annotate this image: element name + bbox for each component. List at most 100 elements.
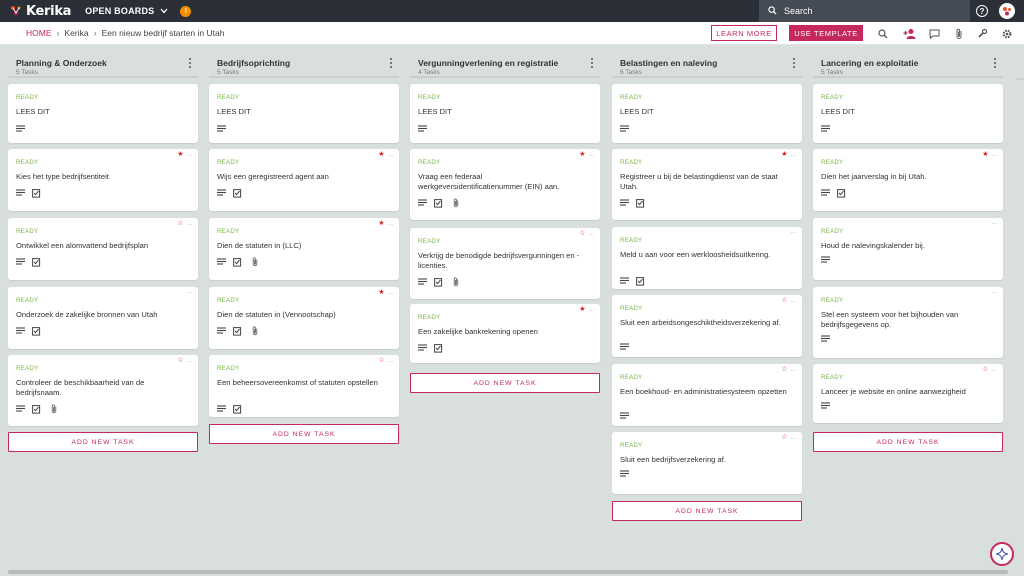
- more-horiz-icon[interactable]: …: [791, 229, 797, 235]
- breadcrumb-org[interactable]: Kerika: [65, 28, 89, 38]
- notification-badge[interactable]: !: [180, 5, 192, 17]
- star-icon[interactable]: ☆: [177, 357, 183, 364]
- breadcrumb-home[interactable]: HOME: [26, 28, 52, 38]
- more-horiz-icon[interactable]: …: [187, 289, 193, 295]
- task-card[interactable]: READY LEES DIT: [813, 84, 1003, 143]
- task-card[interactable]: … READY Stel een systeem voor het bijhoude…: [813, 287, 1003, 358]
- task-card[interactable]: ☆… READY Verkrijg de benodigde bedrijfsver…: [410, 228, 600, 299]
- column: Belastingen en naleving 6 Tasks: [612, 52, 802, 78]
- task-card[interactable]: READY LEES DIT: [410, 84, 600, 143]
- chat-icon[interactable]: [928, 27, 941, 40]
- attachment-icon[interactable]: [952, 27, 965, 40]
- add-new-task-button[interactable]: ADD NEW TASK: [813, 432, 1003, 452]
- task-card[interactable]: READY LEES DIT: [209, 84, 399, 143]
- task-card[interactable]: ☆… READY Sluit een bedrijfsverzekering af.: [612, 432, 802, 494]
- task-card[interactable]: READY LEES DIT: [612, 84, 802, 143]
- more-vert-icon[interactable]: [993, 58, 997, 68]
- add-new-task-button[interactable]: ADD NEW TASK: [410, 373, 600, 393]
- star-icon[interactable]: ★: [378, 151, 384, 158]
- more-vert-icon[interactable]: [792, 58, 796, 68]
- add-new-task-button[interactable]: ADD NEW TASK: [8, 432, 198, 452]
- task-card[interactable]: ★… READY Registreer u bij de belastingdien…: [612, 149, 802, 220]
- horizontal-scrollbar[interactable]: [8, 570, 1008, 574]
- column-header[interactable]: Lancering en exploitatie 5 Tasks: [813, 52, 1003, 78]
- description-icon: [821, 125, 830, 132]
- task-card[interactable]: ☆… READY Lanceer je website en online aanw…: [813, 364, 1003, 423]
- search-icon[interactable]: [876, 27, 889, 40]
- description-icon: [217, 189, 226, 196]
- task-card[interactable]: ☆… READY Controleer de beschikbaarheid van…: [8, 355, 198, 426]
- task-card[interactable]: ★… READY Dien de statuten in (Vennootschap…: [209, 287, 399, 349]
- search-bar[interactable]: Search: [759, 0, 970, 22]
- task-card[interactable]: ★… READY Kies het type bedrijfsentiteit: [8, 149, 198, 211]
- star-icon[interactable]: ★: [982, 151, 988, 158]
- more-horiz-icon[interactable]: …: [388, 221, 394, 227]
- more-horiz-icon[interactable]: …: [992, 152, 998, 158]
- more-horiz-icon[interactable]: …: [589, 307, 595, 313]
- more-horiz-icon[interactable]: …: [589, 152, 595, 158]
- user-avatar[interactable]: [999, 3, 1015, 19]
- star-icon[interactable]: ★: [177, 151, 183, 158]
- task-title: Onderzoek de zakelijke bronnen van Utah: [16, 310, 158, 319]
- task-card[interactable]: … READY Houd de nalevingskalender bij.: [813, 218, 1003, 280]
- task-card[interactable]: ☆… READY Sluit een arbeidsongeschiktheidsv…: [612, 295, 802, 357]
- ai-assistant-button[interactable]: [990, 542, 1014, 566]
- task-card[interactable]: READY LEES DIT: [8, 84, 198, 143]
- task-title: Kies het type bedrijfsentiteit: [16, 172, 109, 181]
- star-icon[interactable]: ★: [781, 151, 787, 158]
- task-card[interactable]: ★… READY Wijs een geregistreerd agent aan: [209, 149, 399, 211]
- column-header[interactable]: Planning & Onderzoek 5 Tasks: [8, 52, 198, 78]
- task-card[interactable]: ★… READY Dien de statuten in (LLC): [209, 218, 399, 280]
- more-horiz-icon[interactable]: …: [187, 152, 193, 158]
- task-card[interactable]: ☆… READY Een boekhoud- en administratiesys…: [612, 364, 802, 426]
- use-template-button[interactable]: USE TEMPLATE: [789, 25, 863, 41]
- task-card[interactable]: ★… READY Dien het jaarverslag in bij Utah.: [813, 149, 1003, 211]
- column-header[interactable]: Bedrijfsoprichting 5 Tasks: [209, 52, 399, 78]
- wrench-icon[interactable]: [976, 27, 989, 40]
- column-header[interactable]: Belastingen en naleving 6 Tasks: [612, 52, 802, 78]
- more-horiz-icon[interactable]: …: [992, 289, 998, 295]
- more-horiz-icon[interactable]: …: [388, 358, 394, 364]
- star-icon[interactable]: ☆: [177, 220, 183, 227]
- more-horiz-icon[interactable]: …: [791, 367, 797, 373]
- gear-icon[interactable]: [1000, 27, 1013, 40]
- more-horiz-icon[interactable]: …: [791, 152, 797, 158]
- more-horiz-icon[interactable]: …: [388, 290, 394, 296]
- star-icon[interactable]: ★: [579, 306, 585, 313]
- task-card[interactable]: ☆… READY Ontwikkel een alomvattend bedrijf…: [8, 218, 198, 280]
- more-horiz-icon[interactable]: …: [791, 298, 797, 304]
- more-vert-icon[interactable]: [590, 58, 594, 68]
- add-person-icon[interactable]: [903, 27, 916, 40]
- task-card[interactable]: … READY Meld u aan voor een werkloosheidsu…: [612, 227, 802, 289]
- star-icon[interactable]: ☆: [378, 357, 384, 364]
- kerika-logo[interactable]: Kerika: [10, 4, 71, 19]
- learn-more-button[interactable]: LEARN MORE: [711, 25, 777, 41]
- more-horiz-icon[interactable]: …: [388, 152, 394, 158]
- more-horiz-icon[interactable]: …: [791, 435, 797, 441]
- task-card[interactable]: ★… READY Vraag een federaal werkgeversiden…: [410, 149, 600, 220]
- task-card[interactable]: ★… READY Een zakelijke bankrekening openen: [410, 304, 600, 363]
- help-icon[interactable]: ?: [976, 5, 988, 17]
- task-card[interactable]: ☆… READY Een beheersovereenkomst of statut…: [209, 355, 399, 417]
- star-icon[interactable]: ★: [378, 289, 384, 296]
- task-card[interactable]: … READY Onderzoek de zakelijke bronnen van…: [8, 287, 198, 349]
- star-icon[interactable]: ★: [579, 151, 585, 158]
- star-icon[interactable]: ☆: [781, 366, 787, 373]
- attachment-icon: [252, 326, 258, 336]
- add-new-task-button[interactable]: ADD NEW TASK: [612, 501, 802, 521]
- star-icon[interactable]: ★: [378, 220, 384, 227]
- more-horiz-icon[interactable]: …: [992, 220, 998, 226]
- more-horiz-icon[interactable]: …: [187, 358, 193, 364]
- more-horiz-icon[interactable]: …: [187, 221, 193, 227]
- star-icon[interactable]: ☆: [982, 366, 988, 373]
- more-vert-icon[interactable]: [188, 58, 192, 68]
- star-icon[interactable]: ☆: [781, 434, 787, 441]
- star-icon[interactable]: ☆: [781, 297, 787, 304]
- star-icon[interactable]: ☆: [579, 230, 585, 237]
- more-vert-icon[interactable]: [389, 58, 393, 68]
- open-boards-menu[interactable]: OPEN BOARDS: [85, 6, 168, 16]
- add-new-task-button[interactable]: ADD NEW TASK: [209, 424, 399, 444]
- column-header[interactable]: Vergunningverlening en registratie 4 Task…: [410, 52, 600, 78]
- more-horiz-icon[interactable]: …: [992, 367, 998, 373]
- more-horiz-icon[interactable]: …: [589, 231, 595, 237]
